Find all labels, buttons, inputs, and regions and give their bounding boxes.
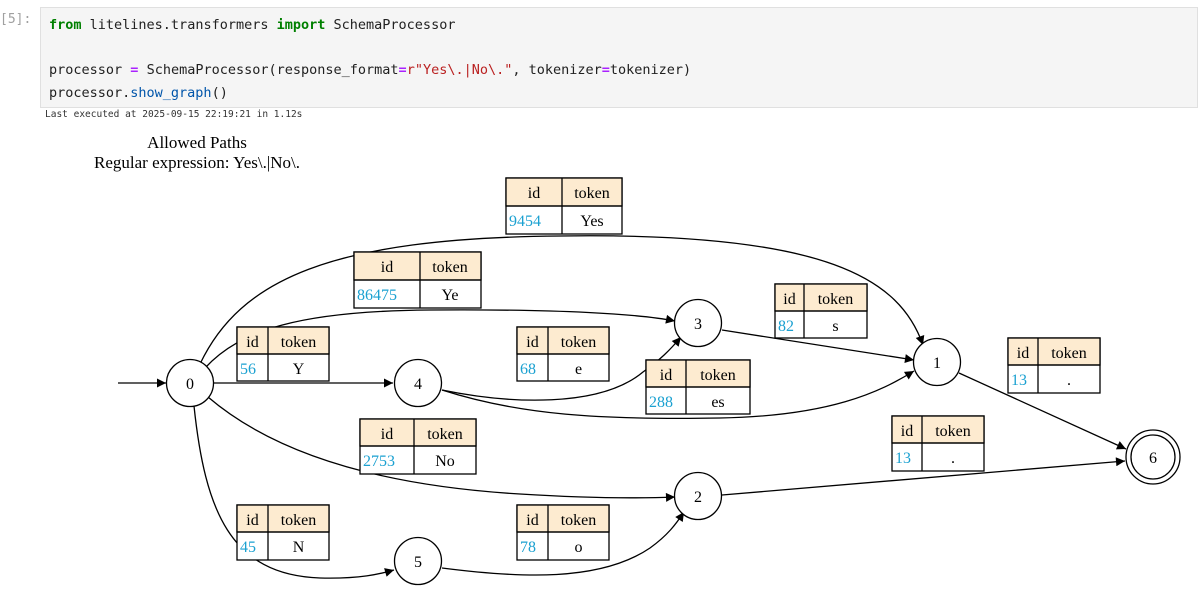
label-9454-yes: id token 9454 Yes <box>505 177 623 235</box>
label-2753-no: id token 2753 No <box>359 418 477 475</box>
edge-token: Yes <box>580 213 603 230</box>
hdr-id: id <box>381 259 393 276</box>
method-show-graph: show_graph <box>130 84 212 101</box>
hdr-token: token <box>427 426 463 443</box>
edge-id: 68 <box>520 361 536 378</box>
hdr-token: token <box>561 334 597 351</box>
regex-string: r"Yes\.|No\." <box>406 62 513 78</box>
hdr-token: token <box>935 423 971 440</box>
hdr-token: token <box>700 367 736 384</box>
hdr-id: id <box>528 185 540 202</box>
hdr-id: id <box>901 423 913 440</box>
code-cell[interactable]: from litelines.transformers import Schem… <box>40 7 1198 108</box>
node-1-label: 1 <box>933 355 941 372</box>
cell-prompt: [5]: <box>0 12 32 27</box>
edge-id: 86475 <box>357 287 397 304</box>
edge-id: 9454 <box>509 213 541 230</box>
hdr-token: token <box>432 259 468 276</box>
label-56-y: id token 56 Y <box>236 326 330 382</box>
kw-import: import <box>276 17 326 33</box>
edge-token: Ye <box>441 287 458 304</box>
edge-token: . <box>1067 372 1071 389</box>
edge-token: e <box>575 361 582 378</box>
var-processor: processor <box>49 62 123 78</box>
edge-id: 82 <box>778 318 794 335</box>
hdr-id: id <box>526 512 538 529</box>
label-78-o: id token 78 o <box>516 504 610 561</box>
obj-processor: processor. <box>49 84 131 101</box>
call-parens: () <box>211 84 228 101</box>
edge-token: Y <box>293 361 305 378</box>
edge-token: s <box>832 318 838 335</box>
label-68-e: id token 68 e <box>516 326 610 382</box>
edge-token: No <box>435 453 455 470</box>
tokenizer-val: tokenizer) <box>609 62 692 78</box>
hdr-token: token <box>561 512 597 529</box>
label-82-s: id token 82 s <box>774 283 868 339</box>
label-13-dot-2: id token 13 . <box>891 415 985 472</box>
edge-id: 78 <box>520 539 536 556</box>
code-editor[interactable]: from litelines.transformers import Schem… <box>49 14 691 104</box>
kw-eq: = <box>398 62 407 78</box>
hdr-id: id <box>246 512 258 529</box>
label-45-n: id token 45 N <box>236 504 330 561</box>
import-name: SchemaProcessor <box>333 17 456 33</box>
hdr-token: token <box>818 291 854 308</box>
hdr-id: id <box>660 367 672 384</box>
node-2-label: 2 <box>694 489 702 506</box>
node-0-label: 0 <box>186 376 194 393</box>
graph-output: Allowed Paths Regular expression: Yes\.|… <box>94 133 1181 586</box>
edge-token: o <box>575 539 583 556</box>
hdr-id: id <box>1017 345 1029 362</box>
edge-id: 13 <box>895 450 911 467</box>
hdr-id: id <box>526 334 538 351</box>
tokenizer-arg: , tokenizer <box>512 62 602 78</box>
node-5-label: 5 <box>414 554 422 571</box>
kw-eq-2: = <box>601 62 610 78</box>
edge-id: 45 <box>240 539 256 556</box>
edge-id: 56 <box>240 361 256 378</box>
call-schema: SchemaProcessor(response_format <box>146 62 399 78</box>
hdr-token: token <box>281 512 317 529</box>
edge-token: N <box>293 539 305 556</box>
node-3-label: 3 <box>694 316 702 333</box>
hdr-token: token <box>1051 345 1087 362</box>
label-13-dot-1: id token 13 . <box>1007 337 1101 394</box>
assign-op: = <box>130 62 139 78</box>
node-4-label: 4 <box>414 376 422 393</box>
hdr-token: token <box>574 185 610 202</box>
hdr-id: id <box>783 291 795 308</box>
kw-from: from <box>49 17 82 33</box>
edge-id: 2753 <box>363 453 395 470</box>
node-6-label: 6 <box>1149 450 1157 467</box>
label-86475-ye: id token 86475 Ye <box>353 251 482 309</box>
edge-id: 288 <box>649 394 673 411</box>
module-name: litelines.transformers <box>89 17 269 33</box>
edge-id: 13 <box>1011 372 1027 389</box>
hdr-token: token <box>281 334 317 351</box>
graph-title: Allowed Paths <box>147 133 247 152</box>
hdr-id: id <box>381 426 393 443</box>
hdr-id: id <box>246 334 258 351</box>
edge-token: . <box>951 450 955 467</box>
label-288-es: id token 288 es <box>645 359 751 415</box>
graph-subtitle: Regular expression: Yes\.|No\. <box>94 153 300 172</box>
edge-token: es <box>711 394 724 411</box>
last-executed-status: Last executed at 2025-09-15 22:19:21 in … <box>45 109 303 120</box>
